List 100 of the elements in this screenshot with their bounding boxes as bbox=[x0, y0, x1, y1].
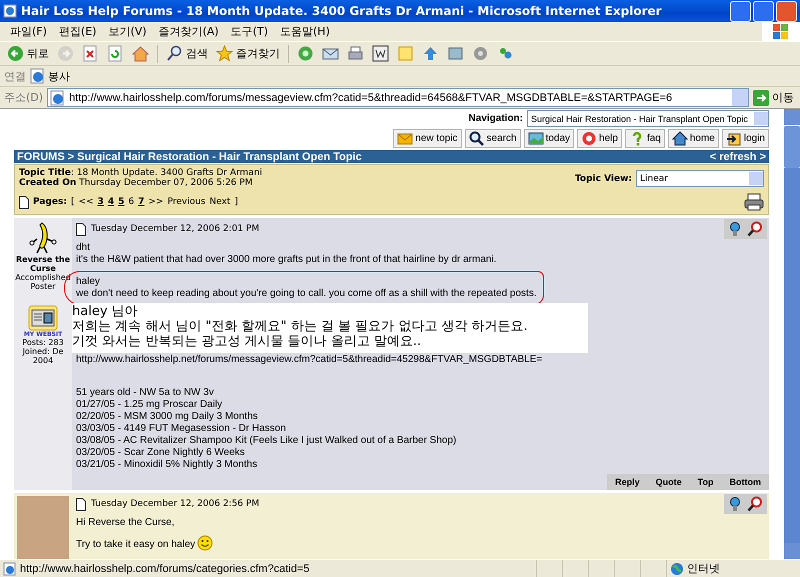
favorites-button[interactable]: 즐겨찾기 bbox=[213, 45, 283, 62]
page-icon bbox=[3, 562, 17, 576]
first-page-link[interactable]: << bbox=[78, 197, 94, 207]
page-link[interactable]: 6 bbox=[128, 197, 134, 207]
search-icon[interactable] bbox=[747, 496, 763, 512]
bracket: ] bbox=[234, 197, 238, 207]
topic-title-label: Topic Title bbox=[19, 168, 71, 178]
scroll-thumb[interactable] bbox=[784, 126, 800, 168]
close-button[interactable] bbox=[776, 0, 797, 22]
navigation-select[interactable]: Surgical Hair Restoration - Hair Transplant Open Topic bbox=[527, 110, 769, 127]
globe-icon bbox=[670, 562, 684, 576]
search-icon[interactable] bbox=[747, 221, 763, 237]
website-icon[interactable] bbox=[28, 305, 58, 331]
go-button[interactable]: 이동 bbox=[753, 90, 798, 106]
topic-view-select[interactable]: Linear bbox=[636, 170, 764, 187]
post-count: Posts: 283 bbox=[22, 338, 64, 347]
created-on-label: Created On bbox=[19, 178, 76, 188]
minimize-button[interactable] bbox=[730, 0, 751, 22]
login-icon bbox=[726, 131, 742, 146]
post-text: 01/27/05 - 1.25 mg Proscar Daily bbox=[76, 399, 224, 411]
link-button[interactable]: 봉사 bbox=[30, 68, 70, 84]
post-action-link[interactable]: Reply bbox=[607, 474, 648, 490]
search-icon bbox=[468, 131, 485, 146]
page-link[interactable]: 5 bbox=[118, 197, 124, 207]
post-text: Try to take it easy on haley bbox=[76, 539, 767, 551]
post-text: dht bbox=[76, 242, 91, 254]
post-action-link[interactable]: Top bbox=[690, 474, 722, 490]
last-page-link[interactable]: >> bbox=[148, 197, 164, 207]
join-year: 2004 bbox=[32, 356, 54, 365]
restore-button[interactable] bbox=[753, 0, 774, 22]
zone-text: 인터넷 bbox=[687, 561, 720, 576]
picture-icon bbox=[528, 131, 544, 146]
window-title: Hair Loss Help Forums - 18 Month Update. 3400 Grafts Dr Armani - Microsoft Internet Explorer bbox=[21, 4, 663, 18]
created-date: Thursday December 07, 2006 5:26 PM bbox=[79, 178, 253, 188]
page-link[interactable]: 7 bbox=[138, 197, 144, 207]
topic-view-label: Topic View: bbox=[574, 174, 632, 184]
navigation-label: Navigation: bbox=[468, 113, 523, 124]
scrollbar[interactable] bbox=[784, 109, 800, 559]
note-text: 기껏 와서는 반복되는 광고성 게시물 들이나 올리고 말예요.. bbox=[72, 334, 422, 349]
document-icon bbox=[76, 498, 86, 510]
post-text: 51 years old - NW 5a to NW 3v bbox=[76, 387, 215, 399]
topic-title: : 18 Month Update. 3400 Grafts Dr Armani bbox=[70, 168, 262, 178]
help-button[interactable]: help bbox=[577, 129, 622, 148]
address-label: 주소(D) bbox=[4, 90, 44, 105]
links-label: 연결 bbox=[4, 68, 26, 84]
home-button[interactable] bbox=[129, 45, 152, 62]
search-button[interactable]: 검색 bbox=[163, 45, 211, 62]
smiley-icon bbox=[197, 535, 214, 551]
refresh-link[interactable]: < refresh > bbox=[710, 150, 766, 162]
post-text: 02/20/05 - MSM 3000 mg Daily 3 Months bbox=[76, 411, 259, 423]
note-text: 저희는 계속 해서 님이 "전화 할께요" 하는 걸 볼 필요가 없다고 생각 하거든요. bbox=[72, 319, 529, 334]
post-text: it's the H&W patient that had over 3000 more grafts put in the front of that hairline by dr armani. bbox=[76, 254, 498, 266]
post-text: 03/21/05 - Minoxidil 5% Nightly 3 Months bbox=[76, 459, 258, 471]
join-date: Joined: De bbox=[22, 347, 64, 356]
today-button[interactable]: today bbox=[524, 129, 574, 148]
back-button[interactable]: 뒤로 bbox=[4, 45, 52, 62]
menu-item[interactable]: 즐겨찾기(A) bbox=[152, 24, 225, 39]
breadcrumb-separator: > bbox=[68, 150, 74, 162]
lightbulb-icon[interactable] bbox=[728, 221, 742, 237]
house-icon bbox=[672, 131, 688, 146]
address-field[interactable]: http://www.hairlosshelp.com/forums/messageview.cfm?catid=5&threadid=64568&FTVAR_MSGDBTABLE=&STARTPAGE=6 bbox=[47, 88, 749, 107]
menu-item[interactable]: 보기(V) bbox=[102, 24, 153, 39]
pages-label: Pages: bbox=[33, 197, 67, 207]
category-link[interactable]: Surgical Hair Restoration - Hair Transplant Open Topic bbox=[77, 150, 362, 162]
post-text: 03/08/05 - AC Revitalizer Shampoo Kit (Feels Like I just Walked out of a Barber Shop) bbox=[76, 435, 458, 447]
post-action-link[interactable]: Bottom bbox=[722, 474, 769, 490]
page-icon bbox=[30, 68, 46, 84]
printer-icon[interactable] bbox=[744, 193, 764, 211]
browser-icon bbox=[3, 4, 17, 18]
new-topic-button[interactable]: new topic bbox=[393, 129, 462, 148]
note-text: haley 님아 bbox=[72, 304, 139, 319]
post-text: haley bbox=[76, 276, 101, 288]
previous-link[interactable]: Previous bbox=[167, 197, 206, 207]
post-text: 03/20/05 - Scar Zone Nightly 6 Weeks bbox=[76, 447, 246, 459]
menu-item[interactable]: 도구(T) bbox=[224, 24, 274, 39]
post-text: http://www.hairlosshelp.net/forums/messageview.cfm?catid=5&threadid=45298&FTVAR_MSGDBTABLE= bbox=[76, 354, 544, 366]
menu-item[interactable]: 편집(E) bbox=[52, 24, 102, 39]
menu-item[interactable]: 도움말(H) bbox=[274, 24, 336, 39]
close-icon bbox=[82, 45, 99, 62]
menu-item[interactable]: 파일(F) bbox=[4, 24, 53, 39]
search-button[interactable]: search bbox=[464, 129, 521, 148]
house-icon bbox=[132, 45, 149, 62]
page-link[interactable]: 3 bbox=[98, 197, 104, 207]
lifebuoy-icon bbox=[581, 131, 598, 146]
star-icon bbox=[216, 45, 233, 62]
document-icon bbox=[19, 196, 29, 208]
page-icon bbox=[50, 90, 66, 106]
photo-placeholder bbox=[17, 496, 69, 559]
home-button[interactable]: home bbox=[668, 129, 719, 148]
search-icon bbox=[166, 45, 183, 62]
author-name[interactable]: Reverse the Curse bbox=[14, 255, 72, 273]
page-link[interactable]: 4 bbox=[108, 197, 114, 207]
post-action-link[interactable]: Quote bbox=[648, 474, 690, 490]
login-button[interactable]: login bbox=[722, 129, 769, 148]
forums-link[interactable]: FORUMS bbox=[17, 150, 65, 162]
lightbulb-icon[interactable] bbox=[728, 496, 742, 512]
next-link[interactable]: Next bbox=[209, 197, 230, 207]
faq-button[interactable]: faq bbox=[624, 129, 665, 148]
status-text: http://www.hairlosshelp.com/forums/categories.cfm?catid=5 bbox=[20, 562, 310, 574]
post-text: we don't need to keep reading about you're going to call. you come off as a shill with the repeated posts. bbox=[76, 288, 538, 300]
